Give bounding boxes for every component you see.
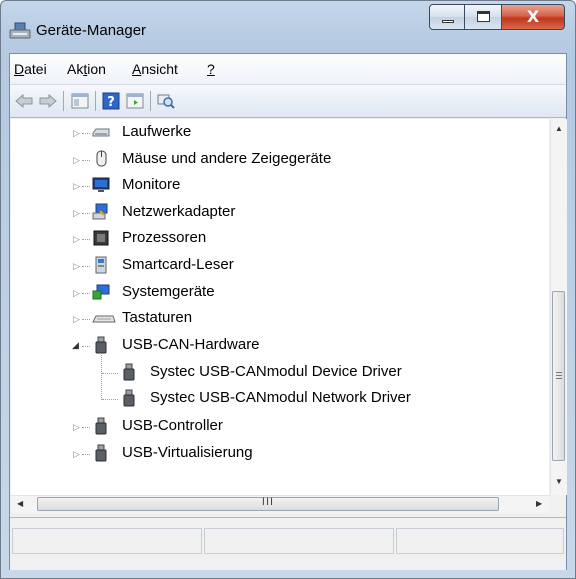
expand-arrow-icon[interactable]: ▷ <box>73 449 80 460</box>
tree-connector <box>82 454 90 455</box>
thumb-grip: III <box>261 496 275 508</box>
tree-item-tastaturen[interactable]: ▷ Tastaturen <box>11 305 549 331</box>
keyboard-icon <box>92 315 116 323</box>
device-tree[interactable]: ▷ Laufwerke ▷ Mäuse und andere Zeigegerä… <box>11 119 549 495</box>
vertical-scrollbar[interactable]: ▲ ▼ <box>550 119 567 495</box>
tree-item-smartcard-leser[interactable]: ▷ Smartcard-Leser <box>11 252 549 278</box>
tree-item-device-driver[interactable]: Systec USB-CANmodul Device Driver <box>11 359 549 385</box>
tree-item-maeuse[interactable]: ▷ Mäuse und andere Zeigegeräte <box>11 146 549 172</box>
menu-help[interactable]: ? <box>207 61 215 77</box>
expand-arrow-icon[interactable]: ▷ <box>73 208 80 219</box>
show-hide-tree-icon[interactable] <box>125 91 145 111</box>
tree-connector <box>82 293 90 294</box>
scroll-right-arrow-icon[interactable]: ▶ <box>536 499 542 508</box>
network-adapter-icon <box>92 203 108 220</box>
system-device-icon <box>92 284 110 300</box>
device-manager-window: Geräte-Manager X Datei Aktion Ansicht ? <box>0 0 576 579</box>
scroll-left-arrow-icon[interactable]: ◀ <box>17 499 23 508</box>
monitor-icon <box>92 177 110 192</box>
maximize-button[interactable] <box>464 4 502 30</box>
menu-bar: Datei Aktion Ansicht ? <box>10 54 566 85</box>
tree-connector <box>102 399 118 400</box>
window-title: Geräte-Manager <box>36 22 147 39</box>
collapse-arrow-icon[interactable]: ◢ <box>72 340 79 351</box>
status-cell <box>204 528 394 554</box>
expand-arrow-icon[interactable]: ▷ <box>73 234 80 245</box>
usb-plug-icon <box>95 417 107 435</box>
toolbar-separator <box>63 91 64 111</box>
tree-connector <box>82 160 90 161</box>
status-bar <box>10 517 566 570</box>
close-icon: X <box>526 7 540 26</box>
tree-item-usb-can-hardware[interactable]: ◢ USB-CAN-Hardware <box>11 332 549 358</box>
toolbar: ? <box>10 85 566 118</box>
disk-drive-icon <box>92 128 110 137</box>
usb-plug-icon <box>123 363 135 381</box>
status-cell <box>396 528 564 554</box>
usb-plug-icon <box>123 389 135 407</box>
expand-arrow-icon[interactable]: ▷ <box>73 181 80 192</box>
tree-item-network-driver[interactable]: Systec USB-CANmodul Network Driver <box>11 385 549 411</box>
forward-arrow-icon[interactable] <box>38 91 58 111</box>
tree-item-monitore[interactable]: ▷ Monitore <box>11 172 549 198</box>
toolbar-separator <box>95 91 96 111</box>
thumb-grip <box>556 378 562 379</box>
tree-item-netzwerkadapter[interactable]: ▷ Netzwerkadapter <box>11 199 549 225</box>
processor-icon <box>93 230 109 246</box>
tree-connector <box>82 239 90 240</box>
title-bar[interactable]: Geräte-Manager X <box>1 1 575 47</box>
expand-arrow-icon[interactable]: ▷ <box>73 261 80 272</box>
scan-hardware-icon[interactable] <box>156 91 176 111</box>
tree-connector <box>82 346 90 347</box>
menu-ansicht[interactable]: Ansicht <box>132 61 178 77</box>
thumb-grip <box>556 375 562 376</box>
tree-item-prozessoren[interactable]: ▷ Prozessoren <box>11 225 549 251</box>
vertical-scroll-thumb[interactable] <box>552 291 565 461</box>
scroll-down-arrow-icon[interactable]: ▼ <box>555 477 563 486</box>
expand-arrow-icon[interactable]: ▷ <box>73 422 80 433</box>
expand-arrow-icon[interactable]: ▷ <box>73 155 80 166</box>
tree-item-usb-virtualisierung[interactable]: ▷ USB-Virtualisierung <box>11 440 549 466</box>
scrollbar-corner <box>550 495 566 512</box>
device-manager-icon <box>9 22 31 39</box>
tree-connector <box>82 213 90 214</box>
thumb-grip <box>556 372 562 373</box>
usb-plug-icon <box>95 444 107 462</box>
mouse-icon <box>96 150 107 167</box>
horizontal-scroll-thumb[interactable]: III <box>37 496 499 511</box>
properties-icon[interactable] <box>70 91 90 111</box>
tree-connector <box>82 186 90 187</box>
status-cell <box>12 528 202 554</box>
tree-connector <box>102 373 118 374</box>
tree-item-laufwerke[interactable]: ▷ Laufwerke <box>11 119 549 145</box>
toolbar-separator <box>150 91 151 111</box>
horizontal-scrollbar[interactable]: ◀ III ▶ <box>11 495 550 513</box>
smartcard-reader-icon <box>95 256 107 274</box>
tree-connector <box>82 133 90 134</box>
close-button[interactable]: X <box>501 4 565 30</box>
expand-arrow-icon[interactable]: ▷ <box>73 288 80 299</box>
svg-text:?: ? <box>107 95 115 110</box>
help-icon[interactable]: ? <box>101 91 121 111</box>
usb-plug-icon <box>95 336 107 354</box>
expand-arrow-icon[interactable]: ▷ <box>73 314 80 325</box>
menu-aktion[interactable]: Aktion <box>67 61 106 77</box>
back-arrow-icon[interactable] <box>14 91 34 111</box>
scroll-up-arrow-icon[interactable]: ▲ <box>555 124 563 133</box>
maximize-icon <box>477 11 490 22</box>
tree-item-systemgeraete[interactable]: ▷ Systemgeräte <box>11 279 549 305</box>
tree-item-usb-controller[interactable]: ▷ USB-Controller <box>11 413 549 439</box>
menu-datei[interactable]: Datei <box>14 61 47 77</box>
tree-connector <box>82 266 90 267</box>
expand-arrow-icon[interactable]: ▷ <box>73 128 80 139</box>
tree-connector <box>82 319 90 320</box>
minimize-icon <box>442 20 454 23</box>
tree-connector <box>82 427 90 428</box>
minimize-button[interactable] <box>429 4 465 30</box>
client-area: Datei Aktion Ansicht ? ? ▷ Laufwerke ▷ M… <box>9 53 567 570</box>
